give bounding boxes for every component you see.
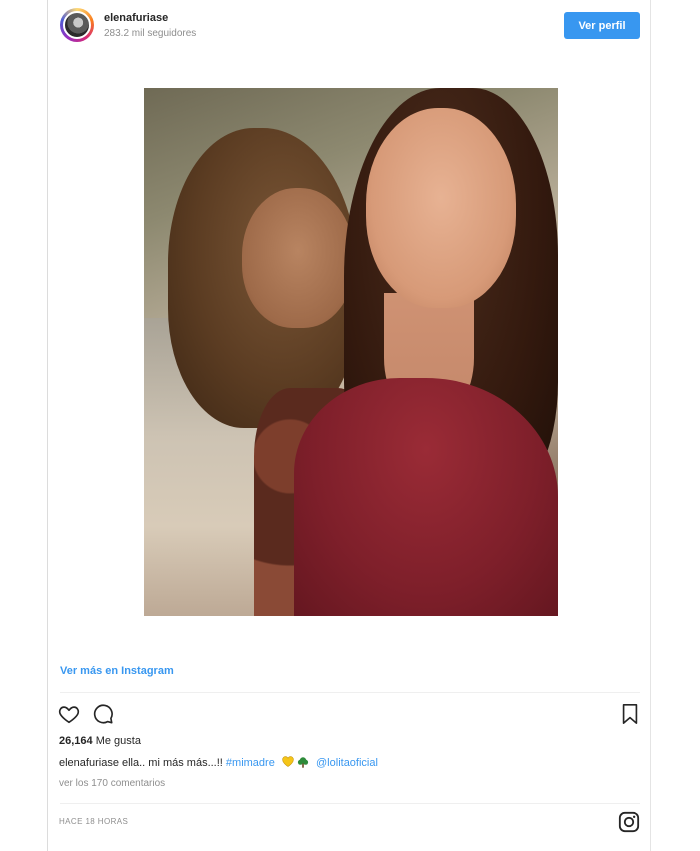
yellow-heart-emoji-icon — [282, 756, 294, 767]
caption-text: ella.. mi más más...!! — [122, 757, 223, 769]
likes-label: Me gusta — [95, 735, 141, 747]
caption-mention[interactable]: @lolitaoficial — [316, 757, 378, 769]
divider — [60, 803, 640, 804]
username[interactable]: elenafuriase — [104, 12, 168, 24]
post-photo[interactable] — [144, 88, 558, 616]
view-more-on-instagram-link[interactable]: Ver más en Instagram — [60, 665, 174, 677]
comment-icon[interactable] — [92, 703, 114, 725]
likes-number: 26,164 — [59, 735, 93, 747]
photo-person-right-face — [366, 108, 516, 308]
photo-person-left-face — [242, 188, 354, 328]
likes-count[interactable]: 26,164 Me gusta — [59, 735, 141, 747]
caption-user[interactable]: elenafuriase — [59, 757, 119, 769]
instagram-embed-card: elenafuriase 283.2 mil seguidores Ver pe… — [47, 0, 651, 851]
post-header: elenafuriase 283.2 mil seguidores Ver pe… — [60, 8, 640, 44]
instagram-icon[interactable] — [618, 811, 640, 833]
view-profile-button[interactable]: Ver perfil — [564, 12, 640, 39]
tree-emoji-icon — [297, 757, 309, 768]
view-comments-link[interactable]: ver los 170 comentarios — [59, 778, 165, 789]
action-bar — [58, 703, 640, 727]
followers-count: 283.2 mil seguidores — [104, 28, 197, 39]
caption-hashtag[interactable]: #mimadre — [226, 757, 275, 769]
photo-person-right-shirt — [294, 378, 558, 616]
post-caption: elenafuriase ella.. mi más más...!! #mim… — [59, 756, 378, 769]
post-timestamp[interactable]: HACE 18 HORAS — [59, 817, 128, 826]
heart-icon[interactable] — [58, 703, 80, 725]
avatar[interactable] — [60, 8, 94, 42]
divider — [60, 692, 640, 693]
bookmark-icon[interactable] — [620, 703, 640, 725]
avatar-image — [63, 11, 91, 39]
